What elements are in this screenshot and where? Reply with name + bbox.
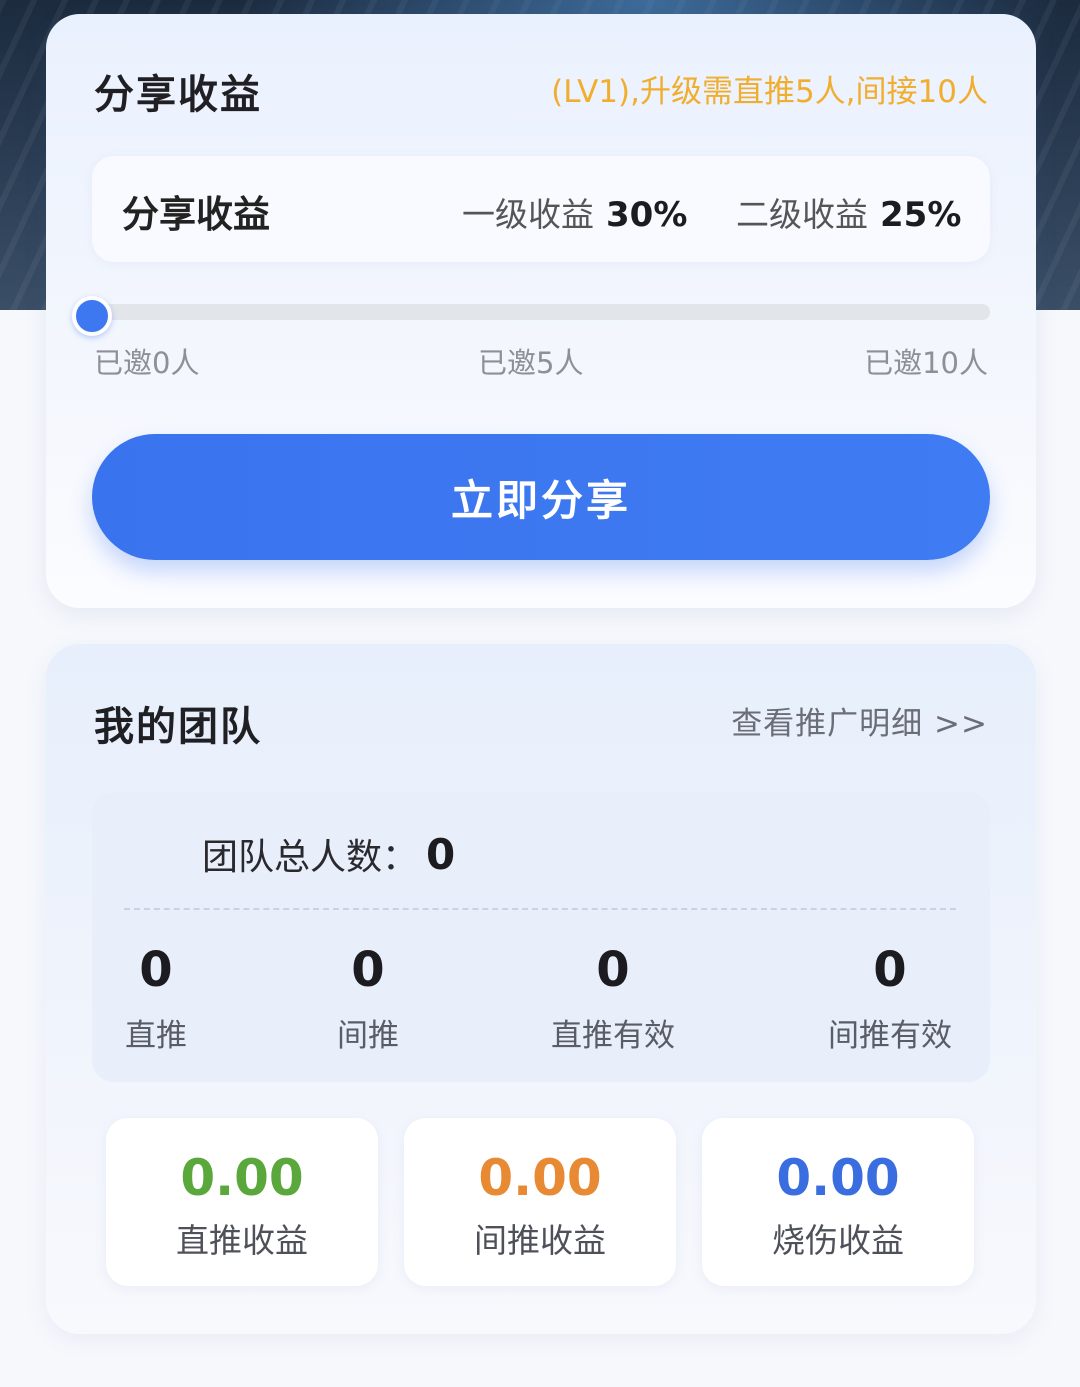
direct-earnings-label: 直推收益 — [176, 1221, 308, 1260]
team-stats-panel: 团队总人数： 0 0 直推 0 间推 0 直推有效 0 间推有效 — [92, 792, 990, 1082]
stat-direct-valid: 0 直推有效 — [513, 942, 713, 1055]
share-now-button[interactable]: 立即分享 — [92, 434, 990, 560]
indirect-earnings-box: 0.00 间推收益 — [404, 1118, 676, 1286]
progress-tick-5: 已邀5人 — [478, 346, 584, 380]
level1-rate: 一级收益 30% — [462, 188, 687, 236]
team-total-value: 0 — [426, 830, 456, 879]
direct-earnings-box: 0.00 直推收益 — [106, 1118, 378, 1286]
invite-progress-bar — [92, 304, 990, 320]
promotion-detail-link[interactable]: 查看推广明细 >> — [731, 698, 988, 743]
stat-indirect-value: 0 — [351, 942, 385, 998]
my-team-card: 我的团队 查看推广明细 >> 团队总人数： 0 0 直推 0 间推 0 直推有效 … — [46, 644, 1036, 1334]
share-earnings-card: 分享收益 (LV1),升级需直推5人,间接10人 分享收益 一级收益 30% 二级… — [46, 14, 1036, 608]
stat-indirect-valid: 0 间推有效 — [790, 942, 990, 1055]
progress-tick-10: 已邀10人 — [864, 346, 988, 380]
indirect-earnings-label: 间推收益 — [474, 1221, 606, 1260]
stat-direct-valid-value: 0 — [596, 942, 630, 998]
progress-tick-0: 已邀0人 — [94, 346, 200, 380]
rate-box-title: 分享收益 — [122, 193, 270, 236]
team-total-row: 团队总人数： 0 — [202, 828, 455, 880]
level2-rate: 二级收益 25% — [736, 188, 961, 236]
burn-earnings-box: 0.00 烧伤收益 — [702, 1118, 974, 1286]
stat-indirect-label: 间推 — [337, 1018, 399, 1054]
burn-earnings-amount: 0.00 — [776, 1149, 900, 1207]
stats-divider — [124, 908, 956, 910]
level2-rate-value: 25% — [880, 195, 962, 235]
stat-direct-label: 直推 — [125, 1018, 187, 1054]
indirect-earnings-amount: 0.00 — [478, 1149, 602, 1207]
stat-direct-valid-label: 直推有效 — [551, 1018, 675, 1054]
level1-rate-value: 30% — [606, 195, 688, 235]
invite-progress-knob — [72, 296, 112, 336]
stat-indirect: 0 间推 — [268, 942, 468, 1055]
share-earnings-title: 分享收益 — [94, 72, 262, 118]
stat-indirect-valid-value: 0 — [873, 942, 907, 998]
stat-direct-value: 0 — [139, 942, 173, 998]
my-team-title: 我的团队 — [94, 704, 262, 750]
stat-indirect-valid-label: 间推有效 — [828, 1018, 952, 1054]
level2-rate-label: 二级收益 — [736, 195, 868, 234]
stat-direct: 0 直推 — [56, 942, 256, 1055]
burn-earnings-label: 烧伤收益 — [772, 1221, 904, 1260]
commission-rate-box: 分享收益 一级收益 30% 二级收益 25% — [92, 156, 990, 262]
level1-rate-label: 一级收益 — [462, 195, 594, 234]
level-upgrade-hint: (LV1),升级需直推5人,间接10人 — [551, 74, 988, 110]
direct-earnings-amount: 0.00 — [180, 1149, 304, 1207]
team-total-label: 团队总人数： — [202, 837, 419, 878]
